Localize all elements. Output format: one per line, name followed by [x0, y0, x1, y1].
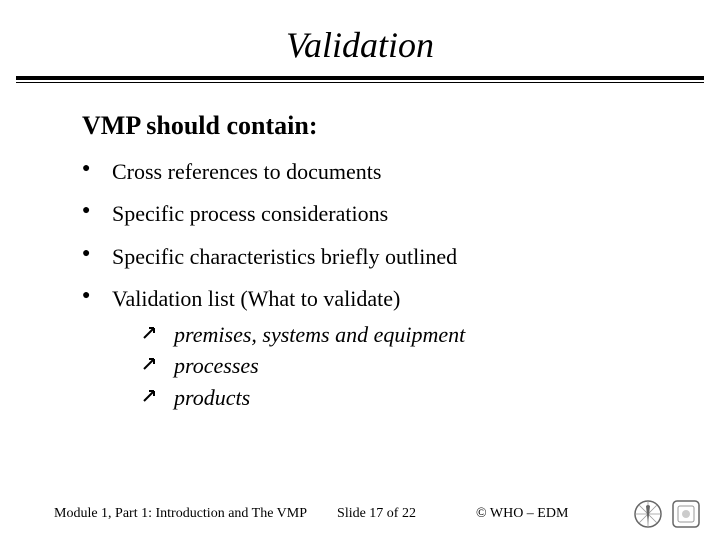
- bullet-list: Cross references to documents Specific p…: [82, 159, 650, 411]
- sub-list: premises, systems and equipment processe…: [142, 321, 650, 412]
- sub-text: products: [174, 385, 250, 410]
- list-item: processes: [142, 352, 650, 380]
- list-item: Specific process considerations: [82, 201, 650, 227]
- footer-module: Module 1, Part 1: Introduction and The V…: [54, 506, 307, 522]
- sub-text: premises, systems and equipment: [174, 322, 465, 347]
- list-item: Validation list (What to validate) premi…: [82, 286, 650, 411]
- bullet-text: Specific characteristics briefly outline…: [112, 244, 457, 269]
- title-rule-thick: [16, 76, 704, 80]
- bullet-text: Cross references to documents: [112, 159, 381, 184]
- section-heading: VMP should contain:: [82, 111, 650, 141]
- bullet-text: Validation list (What to validate): [112, 286, 400, 311]
- list-item: products: [142, 384, 650, 412]
- footer-attribution: © WHO – EDM: [476, 506, 568, 522]
- who-logo-icon: [632, 498, 664, 530]
- list-item: Specific characteristics briefly outline…: [82, 244, 650, 270]
- content-area: VMP should contain: Cross references to …: [0, 83, 720, 411]
- list-item: Cross references to documents: [82, 159, 650, 185]
- footer-pager: Slide 17 of 22: [337, 506, 416, 522]
- sub-text: processes: [174, 353, 259, 378]
- footer-logos: [632, 498, 702, 530]
- arrow-icon: [142, 355, 160, 373]
- bullet-text: Specific process considerations: [112, 201, 388, 226]
- arrow-icon: [142, 387, 160, 405]
- arrow-icon: [142, 324, 160, 342]
- slide: Validation VMP should contain: Cross ref…: [0, 0, 720, 540]
- list-item: premises, systems and equipment: [142, 321, 650, 349]
- footer: Module 1, Part 1: Introduction and The V…: [0, 506, 720, 522]
- slide-title: Validation: [0, 0, 720, 76]
- edm-logo-icon: [670, 498, 702, 530]
